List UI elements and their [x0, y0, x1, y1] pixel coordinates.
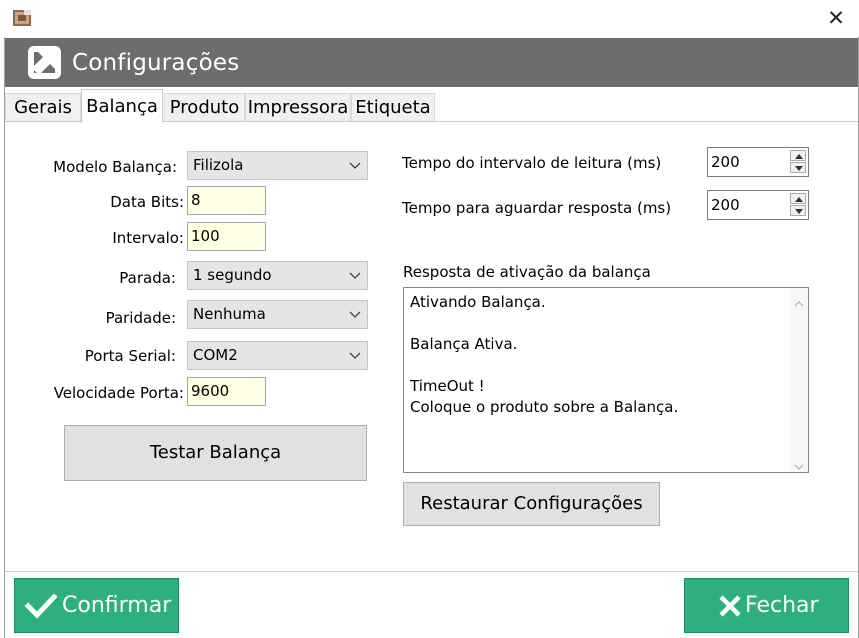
- porta-serial-value: COM2: [193, 346, 238, 364]
- data-bits-input[interactable]: 8: [187, 186, 266, 215]
- parada-label: Parada:: [119, 269, 176, 287]
- spin-down-icon[interactable]: [790, 205, 806, 216]
- page-title: Configurações: [72, 50, 240, 76]
- title-bar: ✕: [0, 0, 859, 37]
- tempo-leitura-label: Tempo do intervalo de leitura (ms): [402, 154, 662, 172]
- velocidade-porta-label: Velocidade Porta:: [53, 384, 184, 402]
- memo-line: Balança Ativa.: [410, 335, 518, 353]
- tempo-resposta-label: Tempo para aguardar resposta (ms): [402, 199, 672, 217]
- intervalo-label: Intervalo:: [112, 229, 184, 247]
- modelo-balanca-label: Modelo Balança:: [53, 158, 177, 176]
- tab-impressora[interactable]: Impressora: [245, 93, 351, 122]
- confirmar-label: Confirmar: [62, 593, 172, 618]
- porta-serial-label: Porta Serial:: [84, 347, 176, 365]
- chevron-down-icon: [349, 152, 361, 179]
- velocidade-porta-input[interactable]: 9600: [187, 377, 266, 406]
- data-bits-label: Data Bits:: [110, 193, 184, 211]
- tab-gerais[interactable]: Gerais: [5, 93, 81, 122]
- parada-select[interactable]: 1 segundo: [187, 261, 368, 290]
- tempo-leitura-value: 200: [711, 153, 740, 171]
- tempo-resposta-value: 200: [711, 196, 740, 214]
- chevron-down-icon: [349, 301, 361, 328]
- chevron-down-icon: [349, 262, 361, 289]
- vertical-scrollbar[interactable]: [791, 288, 808, 472]
- tab-etiqueta[interactable]: Etiqueta: [351, 93, 435, 122]
- arrow-up-right-icon: [27, 45, 62, 80]
- resposta-label: Resposta de ativação da balança: [403, 263, 651, 281]
- fechar-button[interactable]: Fechar: [684, 578, 849, 633]
- spin-up-icon[interactable]: [790, 150, 806, 161]
- confirmar-button[interactable]: Confirmar: [14, 578, 179, 633]
- close-icon: [717, 593, 743, 625]
- memo-line: Ativando Balança.: [410, 293, 546, 311]
- chevron-down-icon: [349, 342, 361, 369]
- spin-up-icon[interactable]: [790, 193, 806, 204]
- porta-serial-select[interactable]: COM2: [187, 341, 368, 370]
- modelo-balanca-value: Filizola: [193, 156, 244, 174]
- spinner-arrows: [790, 193, 806, 217]
- memo-line: Coloque o produto sobre a Balança.: [410, 398, 679, 416]
- tab-produto[interactable]: Produto: [164, 93, 245, 122]
- scroll-down-icon[interactable]: [794, 457, 804, 470]
- scroll-up-icon[interactable]: [794, 294, 804, 307]
- spinner-arrows: [790, 150, 806, 174]
- fechar-label: Fechar: [745, 593, 819, 618]
- paridade-value: Nenhuma: [193, 305, 266, 323]
- paridade-label: Paridade:: [105, 309, 176, 327]
- memo-line: TimeOut !: [410, 377, 485, 395]
- resposta-textarea[interactable]: Ativando Balança. Balança Ativa. TimeOut…: [403, 287, 809, 473]
- tempo-leitura-spinner[interactable]: 200: [707, 147, 809, 177]
- intervalo-input[interactable]: 100: [187, 222, 266, 251]
- restaurar-configuracoes-button[interactable]: Restaurar Configurações: [403, 482, 660, 526]
- app-package-icon: [12, 8, 32, 28]
- tab-balanca[interactable]: Balança: [81, 89, 163, 123]
- spin-down-icon[interactable]: [790, 162, 806, 173]
- testar-balanca-button[interactable]: Testar Balança: [64, 425, 367, 481]
- modelo-balanca-select[interactable]: Filizola: [187, 151, 368, 180]
- close-window-button[interactable]: ✕: [823, 6, 849, 30]
- paridade-select[interactable]: Nenhuma: [187, 300, 368, 329]
- header-bar: Configurações: [5, 38, 858, 87]
- parada-value: 1 segundo: [193, 266, 272, 284]
- tab-strip: Gerais Balança Produto Impressora Etique…: [5, 87, 858, 123]
- check-icon: [24, 593, 58, 625]
- tempo-resposta-spinner[interactable]: 200: [707, 190, 809, 220]
